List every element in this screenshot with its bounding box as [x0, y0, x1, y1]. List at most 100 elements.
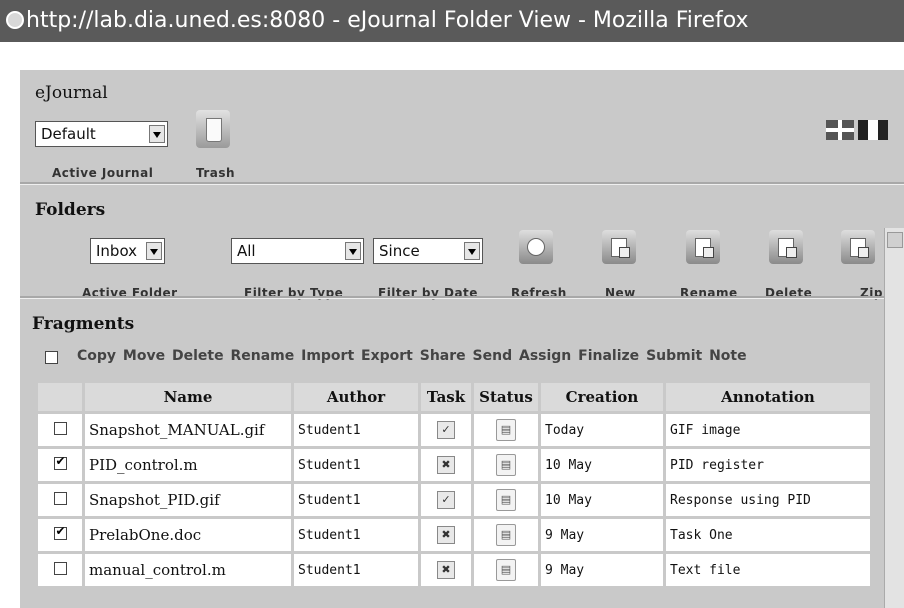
- action-copy[interactable]: Copy: [77, 348, 116, 364]
- row-checkbox-cell: [38, 414, 82, 446]
- action-note[interactable]: Note: [709, 348, 747, 364]
- cross-doc-icon[interactable]: ✖: [437, 526, 455, 544]
- filter-date-value: Since: [379, 242, 420, 260]
- action-delete[interactable]: Delete: [172, 348, 224, 364]
- action-rename[interactable]: Rename: [230, 348, 294, 364]
- fragment-author: Student1: [294, 484, 418, 516]
- cross-doc-icon[interactable]: ✖: [437, 456, 455, 474]
- chevron-down-icon: [345, 242, 361, 260]
- fragment-task-cell: ✖: [421, 449, 471, 481]
- action-export[interactable]: Export: [361, 348, 413, 364]
- action-share[interactable]: Share: [420, 348, 466, 364]
- edit-icon: [703, 247, 714, 258]
- table-row[interactable]: Snapshot_MANUAL.gif Student1 ✓ ▤ Today GIF im…: [38, 414, 870, 446]
- row-checkbox[interactable]: [53, 561, 67, 575]
- filter-type-select[interactable]: All: [231, 238, 364, 264]
- row-checkbox-cell: [38, 519, 82, 551]
- chevron-down-icon: [149, 125, 165, 143]
- trash-caption: Trash: [196, 166, 236, 180]
- trash-icon: [206, 118, 222, 142]
- fragment-creation: 10 May: [541, 484, 663, 516]
- status-doc-icon[interactable]: ▤: [496, 489, 516, 511]
- fragment-status-cell: ▤: [474, 414, 538, 446]
- uk-flag-icon[interactable]: [826, 120, 854, 140]
- section-divider: [20, 296, 904, 299]
- table-row[interactable]: PrelabOne.docStudent1 ✖ ▤ 9 MayTask One: [38, 519, 870, 551]
- status-doc-icon[interactable]: ▤: [496, 524, 516, 546]
- table-row[interactable]: manual_control.m Student1 ✖ ▤ 9 May Text file: [38, 554, 870, 586]
- refresh-button[interactable]: [519, 230, 553, 264]
- fragment-name[interactable]: Snapshot_MANUAL.gif: [85, 414, 291, 446]
- fragment-creation: 10 May: [541, 449, 663, 481]
- row-checkbox[interactable]: [53, 454, 67, 470]
- column-header-annotation[interactable]: Annotation: [666, 383, 870, 411]
- status-doc-icon[interactable]: ▤: [496, 559, 516, 581]
- fragment-status-cell: ▤: [474, 554, 538, 586]
- active-folder-select[interactable]: Inbox: [90, 238, 165, 264]
- fragment-name[interactable]: PID_control.m: [85, 449, 291, 481]
- fragment-annotation: Task One: [666, 519, 870, 551]
- rename-button[interactable]: [686, 230, 720, 264]
- active-journal-value: Default: [41, 125, 96, 143]
- trash-button[interactable]: [196, 110, 230, 148]
- column-header-task[interactable]: Task: [421, 383, 471, 411]
- status-doc-icon[interactable]: ▤: [496, 454, 516, 476]
- table-row[interactable]: PID_control.mStudent1 ✖ ▤ 10 MayPID registe…: [38, 449, 870, 481]
- action-send[interactable]: Send: [473, 348, 513, 364]
- fragment-status-cell: ▤: [474, 449, 538, 481]
- column-header-status[interactable]: Status: [474, 383, 538, 411]
- delete-button[interactable]: [769, 230, 803, 264]
- column-header-author[interactable]: Author: [294, 383, 418, 411]
- select-all-checkbox[interactable]: [45, 351, 58, 364]
- fragment-annotation: Text file: [666, 554, 870, 586]
- fragment-author: Student1: [294, 449, 418, 481]
- new-button[interactable]: [602, 230, 636, 264]
- zip-button[interactable]: [841, 230, 875, 264]
- action-submit[interactable]: Submit: [646, 348, 702, 364]
- column-header-select: [38, 383, 82, 411]
- active-journal-select[interactable]: Default: [35, 121, 168, 147]
- window-title: http://lab.dia.uned.es:8080 - eJournal F…: [26, 8, 749, 33]
- fragment-status-cell: ▤: [474, 484, 538, 516]
- vertical-scrollbar[interactable]: [884, 228, 904, 608]
- table-row[interactable]: Snapshot_PID.gif Student1 ✓ ▤ 10 May Response…: [38, 484, 870, 516]
- fr-flag-icon[interactable]: [858, 120, 888, 140]
- row-checkbox-cell: [38, 449, 82, 481]
- section-divider: [20, 182, 904, 185]
- fragment-name[interactable]: PrelabOne.doc: [85, 519, 291, 551]
- action-move[interactable]: Move: [123, 348, 165, 364]
- scroll-up-icon[interactable]: [887, 232, 903, 248]
- fragment-name[interactable]: manual_control.m: [85, 554, 291, 586]
- journal-heading: eJournal: [35, 83, 108, 103]
- fragment-name[interactable]: Snapshot_PID.gif: [85, 484, 291, 516]
- fragment-author: Student1: [294, 519, 418, 551]
- check-doc-icon[interactable]: ✓: [437, 421, 455, 439]
- row-checkbox[interactable]: [53, 421, 67, 435]
- filter-date-select[interactable]: Since: [373, 238, 483, 264]
- fragment-annotation: PID register: [666, 449, 870, 481]
- check-doc-icon[interactable]: ✓: [437, 491, 455, 509]
- action-assign[interactable]: Assign: [519, 348, 571, 364]
- fragment-creation: 9 May: [541, 519, 663, 551]
- row-checkbox[interactable]: [53, 524, 67, 540]
- action-import[interactable]: Import: [301, 348, 354, 364]
- active-journal-caption: Active Journal: [52, 166, 154, 180]
- row-checkbox-cell: [38, 554, 82, 586]
- refresh-icon: [527, 238, 545, 256]
- folders-heading: Folders: [35, 200, 106, 220]
- fragments-heading: Fragments: [32, 314, 135, 334]
- row-checkbox[interactable]: [53, 491, 67, 505]
- chevron-down-icon: [464, 242, 480, 260]
- fragment-author: Student1: [294, 554, 418, 586]
- fragment-task-cell: ✖: [421, 554, 471, 586]
- plus-icon: [619, 247, 630, 258]
- action-finalize[interactable]: Finalize: [578, 348, 639, 364]
- fragment-task-cell: ✓: [421, 414, 471, 446]
- table-header-row: Name Author Task Status Creation Annotat…: [38, 383, 870, 411]
- status-doc-icon[interactable]: ▤: [496, 419, 516, 441]
- ejournal-app: eJournal Default Active Journal Trash Fo…: [20, 70, 904, 608]
- cross-doc-icon[interactable]: ✖: [437, 561, 455, 579]
- filter-type-value: All: [237, 242, 256, 260]
- column-header-name[interactable]: Name: [85, 383, 291, 411]
- column-header-creation[interactable]: Creation: [541, 383, 663, 411]
